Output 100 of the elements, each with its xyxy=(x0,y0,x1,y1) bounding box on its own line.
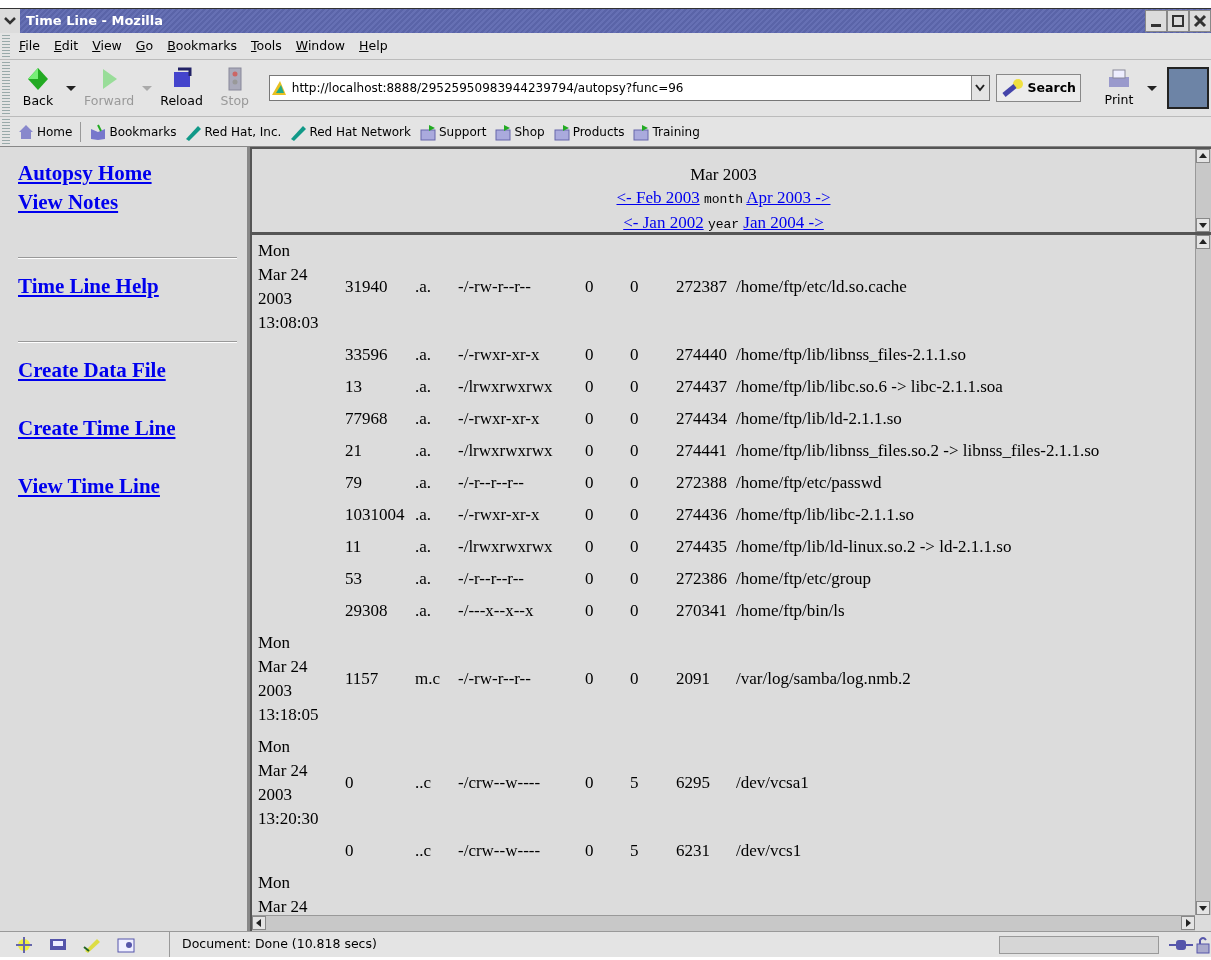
table-cell: 0 xyxy=(585,505,594,524)
bookmark-link[interactable]: Bookmarks xyxy=(86,122,180,141)
scroll-up-icon[interactable] xyxy=(1196,149,1210,163)
nav-link[interactable]: <- Jan 2002 xyxy=(623,213,704,232)
bookmark-folder[interactable]: Support xyxy=(416,122,490,141)
address-bar[interactable]: http://localhost:8888/29525950983944239794/autopsy?func=96 xyxy=(268,75,990,101)
table-cell: 0 xyxy=(630,537,639,556)
table-cell: 53 xyxy=(345,569,362,588)
table-cell: 0 xyxy=(585,841,594,860)
file-path: /home/ftp/lib/libnss_files.so.2 -> libnss_files-2.1.1.so xyxy=(736,441,1100,460)
file-path: /home/ftp/lib/libc.so.6 -> libc-2.1.1.soa xyxy=(736,377,1003,396)
search-button[interactable]: Search xyxy=(995,74,1081,102)
scroll-right-icon[interactable] xyxy=(1181,916,1195,930)
scrollbar[interactable] xyxy=(1195,235,1211,915)
table-cell: 0 xyxy=(630,409,639,428)
date-cell-text: Mon Mar 24 xyxy=(258,872,309,915)
scroll-left-icon[interactable] xyxy=(252,916,266,930)
menu-item[interactable]: Edit xyxy=(46,36,86,56)
table-cell: 0 xyxy=(585,441,594,460)
table-cell: 33596 xyxy=(345,345,388,364)
bookmark-link[interactable]: Red Hat Network xyxy=(286,122,414,141)
reload-button[interactable]: Reload xyxy=(154,65,209,111)
table-cell: 6295 xyxy=(676,773,710,792)
file-path: /dev/vcsa1 xyxy=(736,773,809,792)
sidebar-link[interactable]: View Notes xyxy=(18,188,119,217)
nav-link[interactable]: Apr 2003 -> xyxy=(746,188,831,207)
minimize-button[interactable] xyxy=(1145,10,1167,32)
lock-icon xyxy=(1195,935,1211,954)
window-title: Time Line - Mozilla xyxy=(25,12,165,31)
nav-link[interactable]: <- Feb 2003 xyxy=(616,188,700,207)
table-cell: 0 xyxy=(585,569,594,588)
bookmark-folder[interactable]: Shop xyxy=(491,122,548,141)
caret-icon[interactable] xyxy=(64,83,78,93)
sidebar-link[interactable]: Time Line Help xyxy=(18,272,159,301)
table-cell: -/-rwxr-xr-x xyxy=(458,409,540,428)
bookmark-link[interactable]: Home xyxy=(14,122,76,141)
file-path: /home/ftp/bin/ls xyxy=(736,601,845,620)
scrollbar[interactable] xyxy=(1195,149,1211,232)
menu-item[interactable]: Tools xyxy=(244,36,289,56)
menu-item[interactable]: View xyxy=(85,36,129,56)
table-cell: 0 xyxy=(630,505,639,524)
window-menu-button[interactable] xyxy=(0,9,20,33)
close-icon xyxy=(1192,13,1208,29)
table-cell: 270341 xyxy=(676,601,727,620)
nav-label: year xyxy=(707,217,740,232)
menu-item[interactable]: Bookmarks xyxy=(160,36,244,56)
table-cell: 0 xyxy=(630,601,639,620)
table-cell: 272387 xyxy=(676,277,727,296)
sidebar-link[interactable]: Autopsy Home xyxy=(18,159,152,188)
table-cell: 29308 xyxy=(345,601,388,620)
menu-item[interactable]: Help xyxy=(352,36,395,56)
bookmarks-icon xyxy=(89,122,108,141)
table-cell: 274436 xyxy=(676,505,727,524)
table-cell: 79 xyxy=(345,473,362,492)
horizontal-scrollbar[interactable] xyxy=(252,915,1195,931)
table-cell: -/-rwxr-xr-x xyxy=(458,345,540,364)
table-cell: 5 xyxy=(630,841,639,860)
date-cell-text: Mon Mar 24 2003 13:08:03 xyxy=(258,240,320,334)
caret-icon[interactable] xyxy=(1145,83,1159,93)
chevron-icon xyxy=(4,17,16,25)
close-button[interactable] xyxy=(1189,10,1211,32)
table-cell: 274441 xyxy=(676,441,727,460)
menu-item[interactable]: Go xyxy=(128,36,161,56)
table-cell: 0 xyxy=(630,473,639,492)
table-cell: .a. xyxy=(415,505,432,524)
date-cell-text: Mon Mar 24 2003 13:18:05 xyxy=(258,632,320,726)
status-text: Document: Done (10.818 secs) xyxy=(181,935,378,954)
bookmark-link[interactable]: Red Hat, Inc. xyxy=(181,122,285,141)
minimize-icon xyxy=(1151,24,1161,27)
maximize-button[interactable] xyxy=(1167,10,1189,32)
table-cell: .a. xyxy=(415,277,432,296)
back-button[interactable]: Back xyxy=(12,65,64,111)
folder-icon xyxy=(494,122,513,141)
bookmark-folder[interactable]: Training xyxy=(629,122,703,141)
table-cell: ..c xyxy=(415,773,432,792)
nav-link[interactable]: Jan 2004 -> xyxy=(743,213,824,232)
table-cell: 0 xyxy=(630,441,639,460)
table-cell: -/-rwxr-xr-x xyxy=(458,505,540,524)
scroll-up-icon[interactable] xyxy=(1196,235,1210,249)
sidebar-link[interactable]: Create Data File xyxy=(18,356,166,385)
menu-item[interactable]: Window xyxy=(288,36,353,56)
table-cell: -/crw--w---- xyxy=(458,841,541,860)
sidebar-link[interactable]: Create Time Line xyxy=(18,414,176,443)
nav-label: month xyxy=(704,192,743,207)
table-cell: -/-r--r--r-- xyxy=(458,473,524,492)
bookmark-folder[interactable]: Products xyxy=(549,122,628,141)
table-cell: -/-rw-r--r-- xyxy=(458,669,531,688)
table-cell: .a. xyxy=(415,441,432,460)
table-cell: 0 xyxy=(630,345,639,364)
table-cell: .a. xyxy=(415,409,432,428)
table-cell: 0 xyxy=(585,277,594,296)
file-path: /home/ftp/lib/ld-linux.so.2 -> ld-2.1.1.so xyxy=(736,537,1012,556)
scroll-down-icon[interactable] xyxy=(1196,218,1210,232)
url-dropdown-button[interactable] xyxy=(970,76,989,100)
table-cell: -/lrwxrwxrwx xyxy=(458,441,553,460)
sidebar-link[interactable]: View Time Line xyxy=(18,472,160,501)
print-button[interactable]: Print xyxy=(1093,66,1145,110)
file-path: /var/log/samba/log.nmb.2 xyxy=(736,669,911,688)
menu-item[interactable]: File xyxy=(12,36,47,56)
scroll-down-icon[interactable] xyxy=(1196,901,1210,915)
